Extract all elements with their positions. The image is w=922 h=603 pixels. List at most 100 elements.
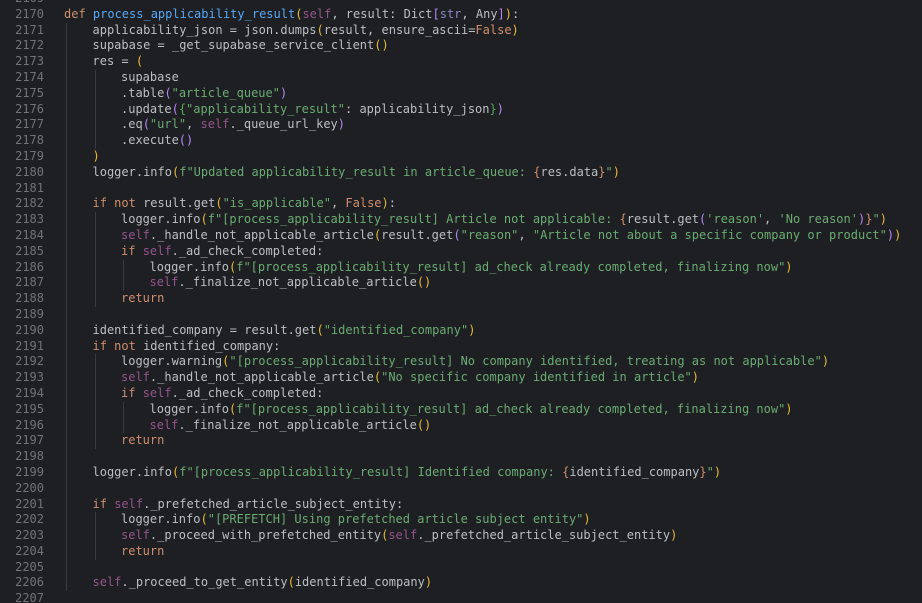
indent-guide xyxy=(66,291,67,307)
code-line[interactable]: 2187 self._finalize_not_applicable_articl… xyxy=(0,275,922,292)
code-line[interactable]: 2197 return xyxy=(0,433,922,450)
line-number: 2206 xyxy=(15,575,44,590)
code-lines[interactable]: 21692170 def process_applicability_result… xyxy=(0,0,922,603)
code-token: logger.info xyxy=(149,401,229,416)
indent-guide xyxy=(66,322,67,339)
code-token: ) xyxy=(424,575,433,590)
code-token: identified_company xyxy=(294,575,425,590)
code-token: result, ensure_ascii= xyxy=(323,22,476,37)
code-token: ) xyxy=(691,370,700,385)
code-line[interactable]: 2177 .eq("url", self._queue_url_key) xyxy=(0,117,922,134)
code-token: } xyxy=(699,464,707,479)
code-line[interactable]: 2184 self._handle_not_applicable_article (… xyxy=(0,227,922,244)
line-number: 2175 xyxy=(15,85,44,100)
code-line[interactable]: 2199 logger.info(f"[process_applicability… xyxy=(0,464,922,481)
code-line[interactable]: 2173 res = ( xyxy=(0,54,922,70)
code-line[interactable]: 2200 xyxy=(0,480,922,497)
code-line[interactable]: 2205 xyxy=(0,559,922,576)
code-line[interactable]: 2190 identified_company = result.get("ide… xyxy=(0,322,922,339)
code-line[interactable]: 2185 if self._ad_check_completed: xyxy=(0,243,922,260)
code-text: return xyxy=(121,433,164,449)
indent-guide xyxy=(66,543,67,560)
code-line[interactable]: 2194 if self._ad_check_completed: xyxy=(0,385,922,402)
code-line[interactable]: 2198 xyxy=(0,449,922,465)
indent-guide xyxy=(94,512,96,529)
code-line[interactable]: 2189 xyxy=(0,306,922,323)
code-line[interactable]: 2182 if not result.get("is_applicable", F… xyxy=(0,196,922,213)
code-line[interactable]: 2201 if self._prefetched_article_subject_… xyxy=(0,496,922,513)
code-line[interactable]: 2202 logger.info("[PREFETCH] Using prefet… xyxy=(0,512,922,529)
code-line[interactable]: 2178 .execute() xyxy=(0,133,922,149)
code-line[interactable]: 2175 .table("article_queue") xyxy=(0,85,922,102)
code-token: self xyxy=(388,528,418,543)
code-line[interactable]: 2174 supabase xyxy=(0,69,922,86)
code-token: ( xyxy=(453,227,461,242)
code-line[interactable]: 2188 return xyxy=(0,291,922,307)
code-token: 'No reason' xyxy=(778,212,858,227)
code-text: def process_applicability_result(self, r… xyxy=(64,7,519,23)
code-line[interactable]: 2180 logger.info(f"Updated applicability_… xyxy=(0,164,922,181)
code-line[interactable]: 2207 xyxy=(0,591,922,603)
code-token: ( xyxy=(316,22,324,37)
code-line[interactable]: 2195 logger.info(f"[process_applicability… xyxy=(0,401,922,418)
code-token: if xyxy=(92,496,115,511)
code-line[interactable]: 2186 logger.info(f"[process_applicability… xyxy=(0,259,922,276)
code-line[interactable]: 2181 xyxy=(0,180,922,197)
code-line[interactable]: 2192 logger.warning("[process_applicabili… xyxy=(0,354,922,371)
code-editor[interactable]: 21692170 def process_applicability_result… xyxy=(0,0,922,603)
indent-guide xyxy=(94,275,96,292)
code-line[interactable]: 2179) xyxy=(0,148,922,165)
code-token: ._handle_not_applicable_article xyxy=(149,227,374,242)
code-line[interactable]: 2196 self._finalize_not_applicable_articl… xyxy=(0,417,922,434)
code-text: res = ( xyxy=(93,54,144,70)
line-number: 2184 xyxy=(15,227,44,242)
code-text: if self._prefetched_article_subject_enti… xyxy=(93,497,404,513)
code-line[interactable]: 2193 self._handle_not_applicable_article(… xyxy=(0,370,922,386)
code-line[interactable]: 2171 applicability_json = json.dumps(resu… xyxy=(0,22,922,39)
code-token: logger.info xyxy=(149,259,229,274)
code-line[interactable]: 2203 self._proceed_with_prefetched_entity… xyxy=(0,528,922,544)
code-line[interactable]: 2191 if not identified_company: xyxy=(0,338,922,355)
indent-guide xyxy=(94,85,96,102)
code-text: ) xyxy=(93,149,100,165)
code-line[interactable]: 2204 return xyxy=(0,543,922,560)
code-line[interactable]: 2176 .update({"applicability_result": app… xyxy=(0,101,922,118)
code-token: return xyxy=(121,291,165,306)
code-token: ) xyxy=(583,512,591,527)
line-number: 2178 xyxy=(15,133,44,148)
line-number: 2183 xyxy=(15,212,44,227)
indent-guide xyxy=(66,370,67,386)
indent-guide xyxy=(94,385,96,402)
line-number: 2205 xyxy=(15,559,44,574)
code-token: logger.info xyxy=(121,512,201,527)
code-line[interactable]: 2206 self._proceed_to_get_entity(identifi… xyxy=(0,575,922,592)
code-token: } xyxy=(598,164,606,179)
code-token: process_applicability_result xyxy=(92,6,296,21)
indent-guide xyxy=(66,196,67,213)
code-text: logger.info(f"[process_applicability_res… xyxy=(150,402,793,418)
code-token: "applicability_result" xyxy=(186,101,345,116)
code-token: supabase xyxy=(121,69,179,84)
code-token: .table xyxy=(121,85,165,100)
indent-guide xyxy=(66,38,67,55)
code-line[interactable]: 2169 xyxy=(0,0,922,7)
line-number: 2201 xyxy=(15,496,44,511)
code-token: self xyxy=(121,528,150,543)
indent-guide xyxy=(94,117,96,134)
code-token: ) xyxy=(886,227,895,242)
indent-guide xyxy=(94,354,96,371)
code-text: self._handle_not_applicable_article("No … xyxy=(121,370,699,386)
code-line[interactable]: 2170 def process_applicability_result(sel… xyxy=(0,7,922,23)
code-token: ._proceed_with_prefetched_entity xyxy=(149,528,382,543)
line-number: 2195 xyxy=(15,401,44,416)
code-line[interactable]: 2183 logger.info(f"[process_applicability… xyxy=(0,212,922,228)
indent-guide xyxy=(66,101,67,118)
code-line[interactable]: 2172 supabase = _get_supabase_service_cli… xyxy=(0,38,922,55)
code-token: ) xyxy=(894,227,902,242)
code-text: .update({"applicability_result": applica… xyxy=(121,102,504,118)
line-number: 2187 xyxy=(15,275,44,290)
code-token: , xyxy=(330,196,346,211)
indent-guide xyxy=(66,259,67,276)
code-token: "is_applicable" xyxy=(222,196,331,211)
code-token: , result: Dict xyxy=(331,6,433,21)
